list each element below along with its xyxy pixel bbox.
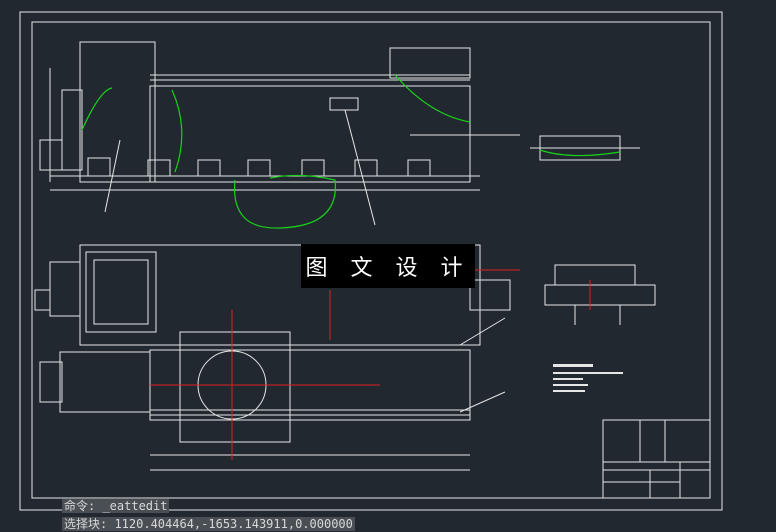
section-b [544, 264, 656, 325]
command-prompt-line[interactable]: 选择块: 1120.404464,-1653.143911,0.000000 [62, 517, 355, 531]
title-block [602, 419, 711, 499]
command-history-line: 命令: _eattedit [62, 499, 170, 513]
section-a [530, 135, 640, 161]
tech-notes [553, 364, 623, 392]
top-view [39, 41, 520, 226]
watermark: 图 文 设 计 [301, 244, 475, 288]
center-lines [150, 269, 591, 460]
